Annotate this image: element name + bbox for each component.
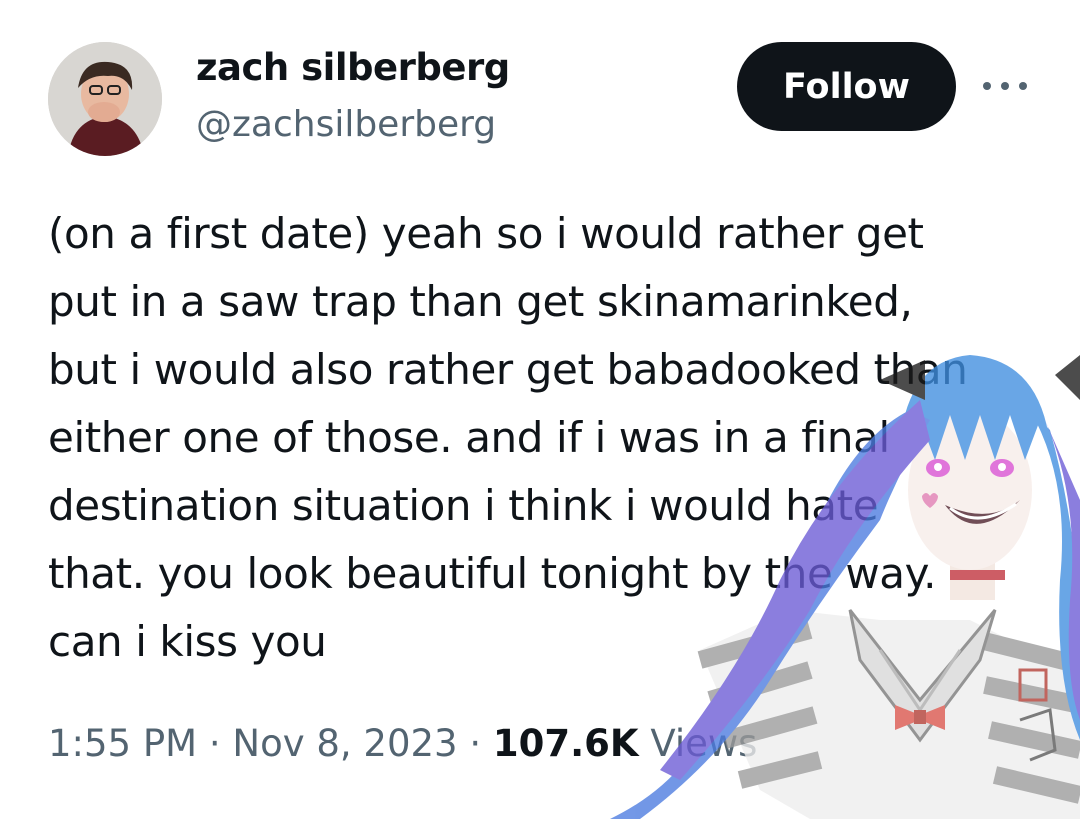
more-dot bbox=[1019, 82, 1027, 90]
views-count[interactable]: 107.6K bbox=[493, 722, 639, 765]
meta-separator: · bbox=[208, 722, 233, 765]
follow-button[interactable]: Follow bbox=[737, 42, 956, 131]
tweet-line: but i would also rather get babadooked t… bbox=[48, 345, 968, 394]
profile-photo-icon bbox=[48, 42, 162, 156]
tweet-time[interactable]: 1:55 PM bbox=[48, 722, 197, 765]
tweet-date[interactable]: Nov 8, 2023 bbox=[232, 722, 457, 765]
avatar[interactable] bbox=[48, 42, 162, 156]
more-horizontal-icon[interactable] bbox=[983, 76, 1027, 96]
meta-separator: · bbox=[469, 722, 493, 765]
tweet-line: (on a first date) yeah so i would rather… bbox=[48, 209, 924, 258]
tweet-line: either one of those. and if i was in a f… bbox=[48, 413, 890, 462]
more-dot bbox=[983, 82, 991, 90]
tweet-line: put in a saw trap than get skinamarinked… bbox=[48, 277, 913, 326]
tweet-line: that. you look beautiful tonight by the … bbox=[48, 549, 937, 598]
tweet-text: (on a first date) yeah so i would rather… bbox=[48, 200, 1048, 676]
author-display-name[interactable]: zach silberberg bbox=[196, 46, 510, 89]
views-label: Views bbox=[650, 722, 758, 765]
tweet-line: destination situation i think i would ha… bbox=[48, 481, 879, 530]
author-handle[interactable]: @zachsilberberg bbox=[196, 104, 496, 145]
tweet-meta: 1:55 PM · Nov 8, 2023 · 107.6K Views bbox=[48, 722, 757, 765]
more-dot bbox=[1001, 82, 1009, 90]
tweet-line: can i kiss you bbox=[48, 617, 327, 666]
